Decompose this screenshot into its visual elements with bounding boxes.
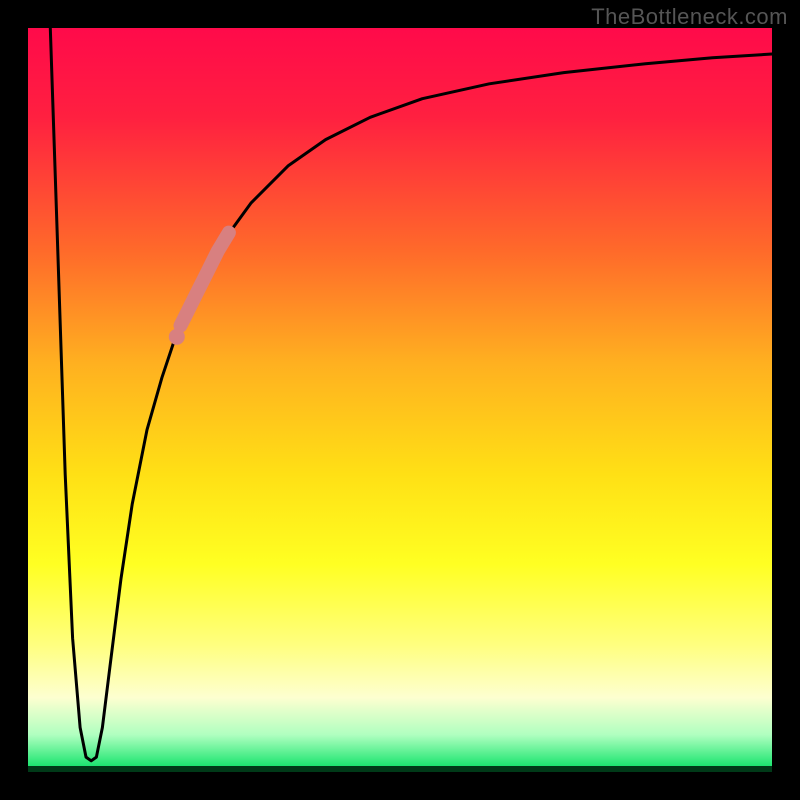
plot-baseline	[28, 766, 772, 772]
watermark-text: TheBottleneck.com	[591, 4, 788, 30]
highlight-dot	[169, 329, 185, 345]
plot-background	[28, 28, 772, 772]
chart-frame: TheBottleneck.com	[0, 0, 800, 800]
chart-svg	[0, 0, 800, 800]
